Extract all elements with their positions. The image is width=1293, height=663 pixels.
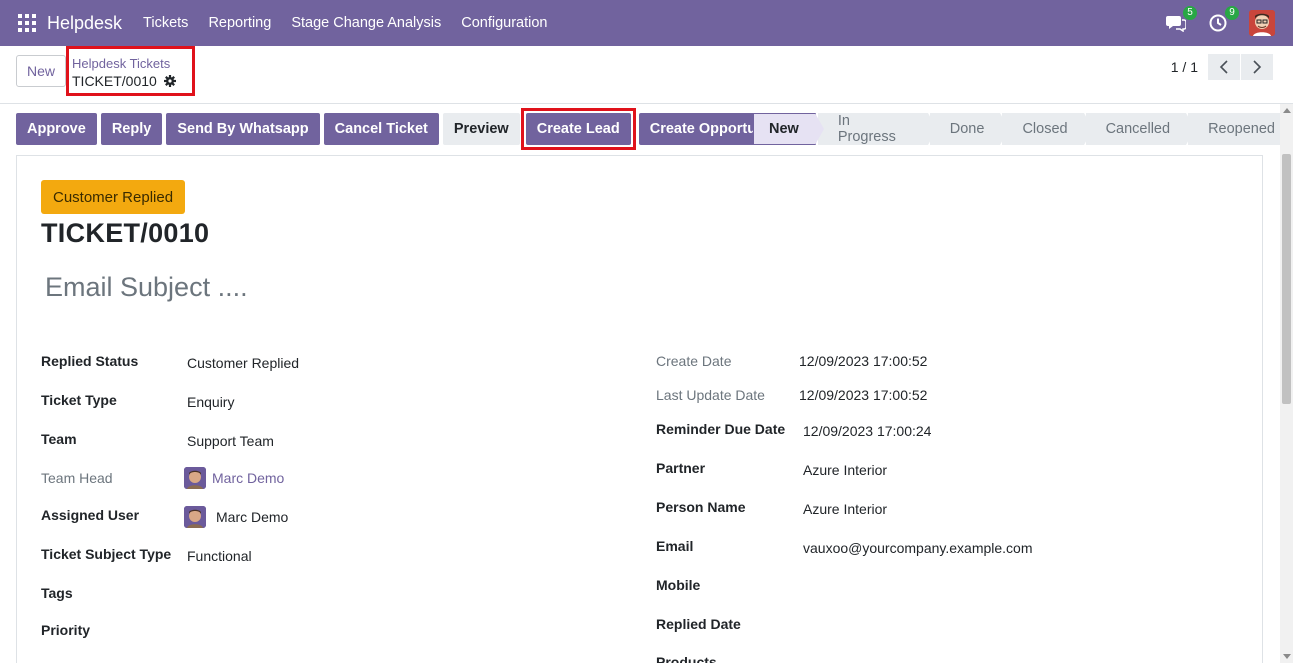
chevron-right-icon (1253, 60, 1262, 74)
scroll-down-icon[interactable] (1283, 654, 1291, 659)
last-update-date-value: 12/09/2023 17:00:52 (799, 387, 928, 403)
cancel-ticket-button[interactable]: Cancel Ticket (323, 113, 439, 145)
scroll-up-icon[interactable] (1283, 108, 1291, 113)
tags-label: Tags (41, 585, 73, 601)
pager-value[interactable]: 1 / 1 (1171, 59, 1198, 75)
gear-icon[interactable] (163, 75, 176, 87)
form-sheet: Customer Replied TICKET/0010 Email Subje… (16, 155, 1263, 663)
replied-date-label: Replied Date (656, 616, 741, 632)
assigned-user-label: Assigned User (41, 507, 140, 523)
email-value[interactable]: vauxoo@yourcompany.example.com (803, 540, 1033, 556)
stage-new[interactable]: New (753, 113, 824, 145)
ticket-type-value[interactable]: Enquiry (187, 394, 234, 410)
menu-configuration[interactable]: Configuration (461, 15, 547, 31)
top-navbar: Helpdesk Tickets Reporting Stage Change … (0, 0, 1293, 46)
breadcrumb-current: TICKET/0010 (72, 72, 192, 90)
pager: 1 / 1 (1171, 54, 1273, 80)
breadcrumb: Helpdesk Tickets TICKET/0010 (66, 46, 195, 96)
page-scrollbar[interactable] (1280, 104, 1293, 663)
ticket-type-label: Ticket Type (41, 392, 117, 408)
create-date-value: 12/09/2023 17:00:52 (799, 353, 928, 369)
last-update-date-label: Last Update Date (656, 387, 765, 403)
assigned-user-name[interactable]: Marc Demo (216, 509, 288, 525)
reminder-due-date-value[interactable]: 12/09/2023 17:00:24 (803, 423, 931, 439)
ticket-name: TICKET/0010 (41, 218, 210, 248)
action-bar: Approve Reply Send By Whatsapp Cancel Ti… (16, 108, 797, 150)
create-lead-highlight: Create Lead (520, 108, 636, 150)
breadcrumb-parent-link[interactable]: Helpdesk Tickets (72, 56, 192, 71)
replied-status-label: Replied Status (41, 353, 139, 369)
new-button[interactable]: New (16, 55, 66, 87)
activities-count-badge: 9 (1225, 6, 1239, 20)
team-value[interactable]: Support Team (187, 433, 274, 449)
menu-tickets[interactable]: Tickets (143, 15, 188, 31)
email-label: Email (656, 538, 694, 554)
app-name[interactable]: Helpdesk (47, 13, 122, 34)
stage-reopened[interactable]: Reopened (1188, 113, 1291, 145)
partner-value[interactable]: Azure Interior (803, 462, 887, 478)
team-head-avatar (184, 467, 206, 489)
assigned-user-avatar (184, 506, 206, 528)
create-date-label: Create Date (656, 353, 732, 369)
reminder-due-date-label: Reminder Due Date (656, 421, 786, 437)
team-label: Team (41, 431, 77, 447)
messages-count-badge: 5 (1183, 6, 1197, 20)
chevron-left-icon (1219, 60, 1228, 74)
apps-menu-icon[interactable] (18, 14, 36, 32)
email-subject-input[interactable]: Email Subject .... (45, 272, 248, 303)
priority-label: Priority (41, 622, 91, 638)
stage-cancelled[interactable]: Cancelled (1085, 113, 1195, 145)
team-head-label: Team Head (41, 470, 113, 486)
customer-replied-badge: Customer Replied (41, 180, 186, 214)
stage-done[interactable]: Done (929, 113, 1010, 145)
team-head-name[interactable]: Marc Demo (212, 470, 284, 486)
partner-label: Partner (656, 460, 706, 476)
stage-statusbar: New In Progress Done Closed Cancelled Re… (753, 113, 1293, 145)
replied-status-value[interactable]: Customer Replied (187, 355, 299, 371)
team-head-value[interactable]: Marc Demo (184, 467, 284, 489)
person-name-value[interactable]: Azure Interior (803, 501, 887, 517)
scroll-thumb[interactable] (1282, 154, 1291, 404)
mobile-label: Mobile (656, 577, 701, 593)
user-avatar[interactable] (1249, 10, 1275, 36)
messages-button[interactable]: 5 (1165, 6, 1197, 34)
activities-button[interactable]: 9 (1207, 6, 1239, 34)
approve-button[interactable]: Approve (16, 113, 97, 145)
control-panel: New Helpdesk Tickets TICKET/0010 1 / 1 (0, 46, 1293, 104)
chat-icon (1166, 16, 1186, 32)
clock-icon (1209, 14, 1227, 32)
pager-next-button[interactable] (1241, 54, 1273, 80)
preview-button[interactable]: Preview (442, 113, 520, 145)
reply-button[interactable]: Reply (100, 113, 163, 145)
create-lead-button[interactable]: Create Lead (525, 113, 631, 145)
send-by-whatsapp-button[interactable]: Send By Whatsapp (166, 113, 320, 145)
stage-in-progress[interactable]: In Progress (817, 113, 937, 145)
menu-stage-change-analysis[interactable]: Stage Change Analysis (291, 15, 441, 31)
ticket-subject-type-value[interactable]: Functional (187, 548, 252, 564)
menu-reporting[interactable]: Reporting (208, 15, 271, 31)
stage-closed[interactable]: Closed (1002, 113, 1093, 145)
breadcrumb-current-label: TICKET/0010 (72, 73, 157, 89)
pager-previous-button[interactable] (1208, 54, 1240, 80)
person-name-label: Person Name (656, 499, 746, 515)
assigned-user-value[interactable]: Marc Demo (184, 506, 288, 528)
products-label: Products (656, 654, 717, 663)
ticket-subject-type-label: Ticket Subject Type (41, 546, 172, 562)
